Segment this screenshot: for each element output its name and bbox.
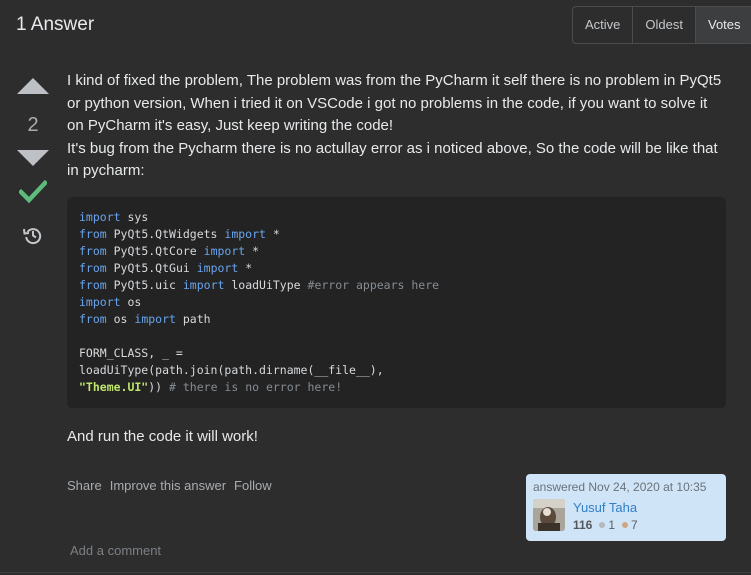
- code-token: "Theme.UI": [79, 380, 149, 394]
- user-stats: 116 1 7: [573, 518, 643, 532]
- code-token: PyQt5.QtCore: [106, 244, 204, 258]
- bronze-badge-icon: [622, 522, 629, 528]
- bronze-badge-count: 7: [631, 518, 638, 532]
- user-name-link[interactable]: Yusuf Taha: [573, 500, 637, 515]
- code-token: os: [120, 295, 142, 309]
- code-token: os: [106, 312, 135, 326]
- silver-badge-icon: [599, 522, 606, 528]
- code-token: import: [224, 227, 266, 241]
- history-icon[interactable]: [23, 225, 43, 245]
- code-token: import: [203, 244, 246, 258]
- code-token: FORM_CLASS, _ =: [79, 346, 183, 360]
- avatar[interactable]: [533, 499, 565, 531]
- answer-body: I kind of fixed the problem, The problem…: [67, 70, 727, 183]
- code-block: import sys from PyQt5.QtWidgets import *…: [67, 197, 726, 408]
- avatar-image: [533, 499, 565, 531]
- answer-paragraph: It's bug from the Pycharm there is no ac…: [67, 139, 718, 180]
- post-menu: Share Improve this answer Follow: [67, 478, 272, 493]
- code-token: import: [182, 278, 225, 292]
- reputation: 116: [573, 518, 593, 532]
- arrow-up-icon[interactable]: [17, 78, 49, 94]
- code-token: #error appears here: [307, 278, 440, 292]
- code-token: loadUiType(path.join(path.dirname(__file…: [79, 363, 384, 377]
- answered-timestamp: answered Nov 24, 2020 at 10:35: [533, 480, 707, 494]
- code-token: PyQt5.QtGui: [106, 261, 197, 275]
- code-token: *: [265, 227, 280, 241]
- code-token: from: [79, 261, 107, 275]
- code-token: PyQt5.QtWidgets: [106, 227, 225, 241]
- check-icon: [19, 180, 47, 204]
- sort-votes-button[interactable]: Votes: [695, 7, 751, 43]
- code-token: from: [79, 227, 107, 241]
- code-token: loadUiType: [224, 278, 308, 292]
- user-card: answered Nov 24, 2020 at 10:35 Yusuf Tah…: [526, 474, 726, 541]
- arrow-down-icon[interactable]: [17, 150, 49, 166]
- code-token: *: [245, 244, 260, 258]
- code-token: from: [79, 312, 107, 326]
- answer-closing: And run the code it will work!: [67, 428, 258, 445]
- sort-active-button[interactable]: Active: [573, 7, 634, 43]
- code-token: import: [79, 210, 121, 224]
- silver-badge-count: 1: [608, 518, 616, 532]
- code-text: import sys from PyQt5.QtWidgets import *…: [67, 197, 726, 408]
- code-token: from: [79, 278, 107, 292]
- sort-tabs: Active Oldest Votes: [572, 6, 751, 44]
- code-token: import: [79, 295, 121, 309]
- code-token: # there is no error here!: [169, 380, 343, 394]
- code-token: import: [196, 261, 239, 275]
- code-token: path: [175, 312, 211, 326]
- follow-link[interactable]: Follow: [234, 478, 272, 493]
- code-token: )): [148, 380, 170, 394]
- sort-oldest-button[interactable]: Oldest: [633, 7, 696, 43]
- code-token: sys: [120, 210, 149, 224]
- share-link[interactable]: Share: [67, 478, 102, 493]
- divider: [0, 572, 751, 573]
- code-token: *: [238, 261, 253, 275]
- vote-count: 2: [27, 114, 39, 136]
- improve-answer-link[interactable]: Improve this answer: [110, 478, 226, 493]
- add-comment-link[interactable]: Add a comment: [70, 543, 161, 558]
- code-token: PyQt5.uic: [106, 278, 183, 292]
- code-token: import: [134, 312, 176, 326]
- answers-header: 1 Answer Active Oldest Votes: [0, 0, 751, 48]
- answer-paragraph: I kind of fixed the problem, The problem…: [67, 72, 722, 134]
- code-token: from: [79, 244, 107, 258]
- answer-count: 1 Answer: [16, 14, 95, 35]
